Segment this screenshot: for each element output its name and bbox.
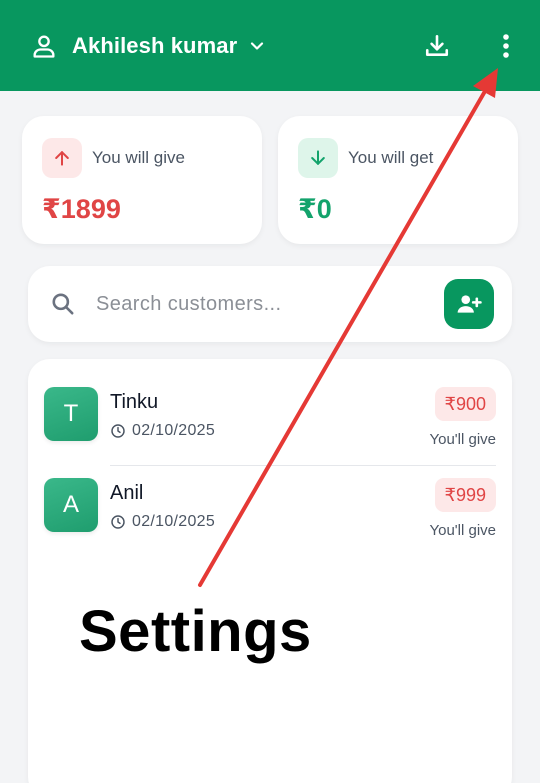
user-icon (30, 32, 58, 60)
more-options-button[interactable] (496, 31, 516, 61)
add-customer-button[interactable] (444, 279, 494, 329)
get-total: ₹0 (298, 194, 332, 224)
annotation-label: Settings (79, 599, 312, 664)
customer-row[interactable]: A Anil 02/10/2025 ₹999 You'll give (44, 478, 496, 548)
download-button[interactable] (422, 31, 452, 61)
customer-list: T Tinku 02/10/2025 ₹900 You'll give A An… (28, 359, 512, 783)
avatar: T (44, 387, 98, 441)
more-vertical-icon (503, 33, 509, 58)
search-input[interactable] (96, 292, 444, 316)
avatar: A (44, 478, 98, 532)
customer-name: Tinku (110, 391, 159, 413)
arrow-up-icon (42, 138, 82, 178)
add-customer-icon (457, 295, 482, 313)
customer-date: 02/10/2025 (132, 513, 216, 530)
clock-icon (110, 423, 126, 439)
amount-badge: ₹900 (434, 387, 496, 421)
search-bar (28, 266, 512, 342)
account-name: Akhilesh kumar (72, 32, 238, 58)
you-will-give-card[interactable]: You will give ₹1899 (22, 116, 262, 244)
clock-icon (110, 514, 126, 530)
search-icon (50, 291, 76, 317)
divider (110, 465, 496, 466)
arrow-down-icon (298, 138, 338, 178)
customer-date: 02/10/2025 (132, 422, 216, 439)
give-total: ₹1899 (42, 194, 121, 224)
app-header: Akhilesh kumar (0, 0, 540, 91)
amount-note: You'll give (429, 431, 496, 448)
give-label: You will give (92, 148, 185, 167)
you-will-get-card[interactable]: You will get ₹0 (278, 116, 518, 244)
amount-badge: ₹999 (434, 478, 496, 512)
customer-name: Anil (110, 482, 144, 504)
get-label: You will get (348, 148, 434, 167)
chevron-down-icon (247, 36, 267, 56)
download-icon (425, 34, 449, 56)
account-switcher[interactable]: Akhilesh kumar (30, 32, 267, 60)
customer-row[interactable]: T Tinku 02/10/2025 ₹900 You'll give (44, 387, 496, 465)
amount-note: You'll give (429, 522, 496, 539)
